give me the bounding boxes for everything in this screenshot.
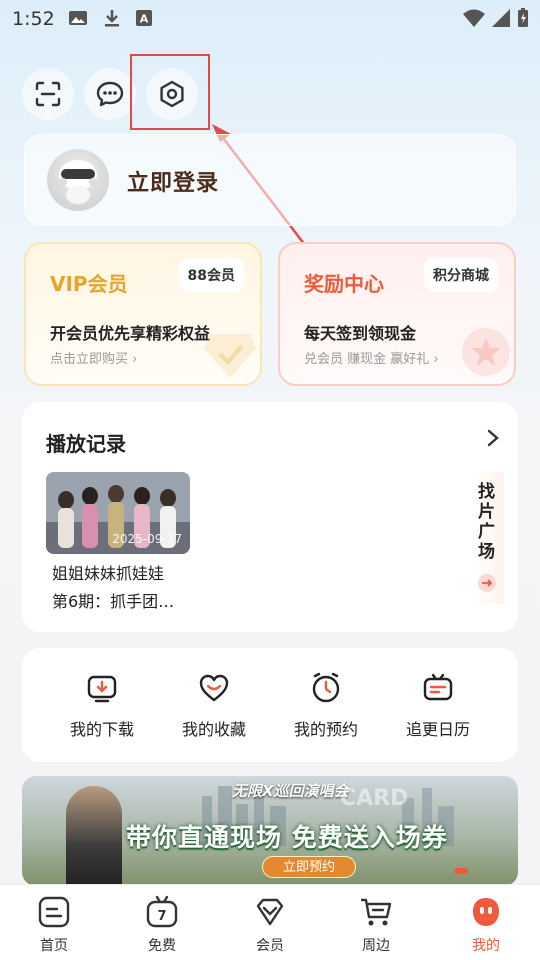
- home-icon: [38, 896, 70, 928]
- vip-member-card[interactable]: VIP会员 88会员 开会员优先享精彩权益 点击立即购买 ›: [24, 242, 262, 386]
- reward-center-card[interactable]: 奖励中心 积分商城 每天签到领现金 兑会员 赚现金 赢好礼 ›: [278, 242, 516, 386]
- my-favorites-button[interactable]: 我的收藏: [166, 672, 262, 742]
- vip-purchase-link[interactable]: 点击立即购买 ›: [50, 348, 137, 367]
- reward-card-title: 奖励中心: [304, 272, 384, 296]
- svg-text:7: 7: [157, 909, 166, 924]
- history-thumbnail[interactable]: 2025-09-17: [46, 472, 190, 554]
- robot-avatar-icon: [59, 160, 97, 204]
- calendar-tv-icon: [423, 673, 453, 701]
- vip-diamond-icon: [256, 898, 284, 926]
- nav-vip[interactable]: 会员: [240, 895, 300, 957]
- nav-merch[interactable]: 周边: [346, 895, 406, 957]
- nav-mine[interactable]: 我的: [456, 895, 516, 957]
- concert-promo-banner[interactable]: 无限X巡回演唱会 CARD 带你直通现场 免费送入场券 立即预约: [22, 776, 518, 886]
- banner-brand-text: CARD: [340, 786, 409, 811]
- nav-home[interactable]: 首页: [24, 895, 84, 957]
- find-movies-button[interactable]: 找片广场: [472, 472, 504, 604]
- medal-watermark-icon: [462, 328, 510, 376]
- nav-home-label: 首页: [40, 938, 68, 954]
- login-card[interactable]: 立即登录: [24, 134, 516, 226]
- vip-card-title: VIP会员: [50, 272, 128, 296]
- wifi-icon: [463, 9, 485, 27]
- nav-free-label: 免费: [148, 938, 176, 954]
- bottom-navigation: 首页 7 免费 会员 周边 我的: [0, 884, 540, 960]
- profile-face-icon: [473, 898, 499, 926]
- quick-actions-card: 我的下载 我的收藏 我的预约 追更日历: [22, 648, 518, 762]
- image-notification-icon: [69, 11, 87, 25]
- vip-card-subtitle: 开会员优先享精彩权益: [50, 324, 211, 343]
- vip-watermark-icon: [204, 334, 256, 378]
- nav-mine-label: 我的: [472, 938, 500, 954]
- chat-bubble-icon: [96, 81, 124, 107]
- scan-icon: [35, 81, 61, 107]
- avatar[interactable]: [47, 149, 109, 211]
- reward-card-subtitle: 每天签到领现金: [304, 324, 417, 343]
- update-calendar-button[interactable]: 追更日历: [390, 672, 486, 742]
- banner-event-title: 无限X巡回演唱会: [232, 782, 349, 800]
- play-history-title: 播放记录: [46, 432, 126, 456]
- history-date: 2025-09-17: [112, 532, 182, 546]
- shopping-cart-icon: [361, 898, 392, 926]
- download-icon: [87, 675, 117, 703]
- status-bar: 1:52 A: [0, 0, 540, 38]
- favorite-icon: [199, 674, 229, 702]
- history-show-title[interactable]: 姐姐妹妹抓娃娃: [52, 560, 164, 584]
- annotation-highlight-box: [130, 54, 210, 130]
- messages-button[interactable]: [84, 68, 136, 120]
- download-notification-icon: [105, 10, 119, 27]
- my-reservations-button[interactable]: 我的预约: [278, 672, 374, 742]
- vip-88-badge[interactable]: 88会员: [178, 258, 244, 292]
- find-arrow-icon: [478, 574, 496, 592]
- my-downloads-label: 我的下载: [69, 720, 134, 739]
- battery-icon: [518, 8, 528, 27]
- cell-signal-icon: [492, 9, 510, 27]
- svg-text:A: A: [140, 13, 149, 26]
- banner-headline: 带你直通现场 免费送入场券: [126, 823, 448, 852]
- my-reservations-label: 我的预约: [293, 720, 358, 739]
- banner-page-indicator: [454, 868, 468, 874]
- my-downloads-button[interactable]: 我的下载: [54, 672, 150, 742]
- nav-vip-label: 会员: [256, 938, 284, 954]
- points-mall-badge[interactable]: 积分商城: [424, 258, 498, 292]
- text-notification-icon: A: [136, 10, 152, 26]
- nav-free[interactable]: 7 免费: [132, 895, 192, 957]
- free-tv-icon: 7: [146, 895, 178, 928]
- history-episode[interactable]: 第6期：抓手团…: [52, 588, 174, 612]
- artist-photo: [66, 786, 122, 886]
- my-favorites-label: 我的收藏: [181, 720, 246, 739]
- status-time: 1:52: [12, 8, 55, 30]
- clock-icon: [312, 672, 340, 703]
- find-movies-label: 找片广场: [478, 482, 495, 562]
- update-calendar-label: 追更日历: [405, 720, 470, 739]
- scan-button[interactable]: [22, 68, 74, 120]
- nav-merch-label: 周边: [362, 938, 390, 954]
- chevron-right-icon[interactable]: [486, 428, 500, 448]
- banner-reserve-button[interactable]: 立即预约: [262, 856, 356, 878]
- login-label[interactable]: 立即登录: [127, 165, 219, 197]
- play-history-card: 播放记录 2025-09-17 姐姐妹妹抓娃娃 第6期：抓手团… 找片广场: [22, 402, 518, 632]
- reward-link[interactable]: 兑会员 赚现金 赢好礼 ›: [304, 348, 439, 367]
